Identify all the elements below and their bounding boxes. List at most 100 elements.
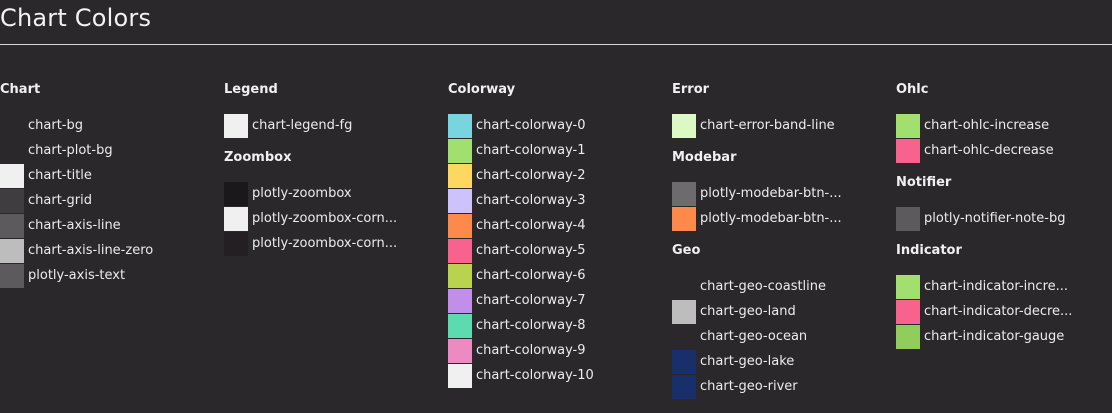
color-item: plotly-zoombox-corn... xyxy=(224,231,444,256)
color-column: Ohlc chart-ohlc-increase chart-ohlc-decrea… xyxy=(896,80,1112,359)
color-item: chart-colorway-3 xyxy=(448,188,668,213)
color-swatch xyxy=(896,324,920,349)
color-item: chart-bg xyxy=(0,113,220,138)
color-item: chart-ohlc-increase xyxy=(896,113,1112,138)
color-variable-label: plotly-modebar-btn-... xyxy=(700,185,842,201)
color-swatch xyxy=(896,113,920,138)
color-swatch xyxy=(0,163,24,188)
color-swatch xyxy=(448,138,472,163)
color-variable-label: chart-axis-line xyxy=(28,217,121,233)
color-variable-label: plotly-notifier-note-bg xyxy=(924,210,1066,226)
color-swatch xyxy=(224,181,248,206)
color-variable-label: chart-indicator-decre... xyxy=(924,303,1073,319)
color-variable-label: chart-geo-ocean xyxy=(700,328,808,344)
color-swatch xyxy=(896,138,920,163)
color-variable-label: chart-geo-land xyxy=(700,303,796,319)
color-item: chart-grid xyxy=(0,188,220,213)
color-item: plotly-modebar-btn-... xyxy=(672,206,892,231)
color-variable-label: chart-geo-lake xyxy=(700,353,795,369)
color-swatch xyxy=(448,163,472,188)
color-variable-label: chart-title xyxy=(28,167,92,183)
group-title: Chart xyxy=(0,82,41,97)
color-variable-label: chart-axis-line-zero xyxy=(28,242,154,258)
color-group: Chart chart-bg chart-plot-bg chart-title cha… xyxy=(0,80,220,288)
group-title: Zoombox xyxy=(224,150,292,165)
color-swatch xyxy=(896,274,920,299)
color-group: Legend chart-legend-fg xyxy=(224,80,444,138)
color-column: Error chart-error-band-line Modebar plotly-… xyxy=(672,80,892,409)
color-group: Error chart-error-band-line xyxy=(672,80,892,138)
color-variable-label: chart-error-band-line xyxy=(700,117,835,133)
color-item: chart-colorway-6 xyxy=(448,263,668,288)
color-column: Colorway chart-colorway-0 chart-colorway-1… xyxy=(448,80,668,398)
title-divider xyxy=(0,44,1112,45)
color-swatch xyxy=(0,213,24,238)
color-variable-label: plotly-zoombox-corn... xyxy=(252,235,398,251)
color-group: Zoombox plotly-zoombox plotly-zoombox-corn… xyxy=(224,148,444,256)
group-title: Notifier xyxy=(896,175,952,190)
color-variable-label: chart-colorway-4 xyxy=(476,217,586,233)
color-column: Legend chart-legend-fg Zoombox plotly-zoomb… xyxy=(224,80,444,266)
group-title: Indicator xyxy=(896,243,962,258)
color-swatch xyxy=(448,113,472,138)
color-swatch xyxy=(0,263,24,288)
group-title: Legend xyxy=(224,82,278,97)
color-swatch xyxy=(896,206,920,231)
color-item: plotly-zoombox-corn... xyxy=(224,206,444,231)
color-variable-label: chart-ohlc-increase xyxy=(924,117,1050,133)
color-item: plotly-axis-text xyxy=(0,263,220,288)
color-swatch xyxy=(224,231,248,256)
color-swatch xyxy=(0,113,24,138)
color-variable-label: chart-legend-fg xyxy=(252,117,353,133)
color-swatch xyxy=(448,338,472,363)
color-variable-label: chart-geo-coastline xyxy=(700,278,827,294)
color-variable-label: chart-colorway-6 xyxy=(476,267,586,283)
color-variable-label: chart-colorway-9 xyxy=(476,342,586,358)
color-swatch xyxy=(448,238,472,263)
color-swatch xyxy=(672,181,696,206)
color-swatch xyxy=(672,299,696,324)
page-title: Chart Colors xyxy=(0,4,152,32)
color-variable-label: plotly-zoombox-corn... xyxy=(252,210,398,226)
group-title: Geo xyxy=(672,243,701,258)
color-group: Colorway chart-colorway-0 chart-colorway-1… xyxy=(448,80,668,388)
color-variable-label: chart-colorway-0 xyxy=(476,117,586,133)
color-item: chart-title xyxy=(0,163,220,188)
color-swatch xyxy=(448,263,472,288)
color-swatch xyxy=(0,188,24,213)
color-variable-label: plotly-zoombox xyxy=(252,185,352,201)
color-item: chart-plot-bg xyxy=(0,138,220,163)
color-variable-label: chart-colorway-10 xyxy=(476,367,594,383)
color-item: chart-colorway-9 xyxy=(448,338,668,363)
color-swatch xyxy=(672,274,696,299)
color-item: chart-colorway-0 xyxy=(448,113,668,138)
color-group: Ohlc chart-ohlc-increase chart-ohlc-decrea… xyxy=(896,80,1112,163)
color-item: chart-colorway-4 xyxy=(448,213,668,238)
color-swatch xyxy=(224,206,248,231)
color-item: chart-geo-river xyxy=(672,374,892,399)
color-item: chart-geo-land xyxy=(672,299,892,324)
color-variable-label: chart-colorway-8 xyxy=(476,317,586,333)
color-item: chart-colorway-7 xyxy=(448,288,668,313)
color-variable-label: chart-indicator-gauge xyxy=(924,328,1065,344)
color-column: Chart chart-bg chart-plot-bg chart-title cha… xyxy=(0,80,220,298)
color-group: Indicator chart-indicator-incre... chart-i… xyxy=(896,241,1112,349)
color-variable-label: plotly-modebar-btn-... xyxy=(700,210,842,226)
color-item: chart-indicator-incre... xyxy=(896,274,1112,299)
color-item: chart-indicator-decre... xyxy=(896,299,1112,324)
color-item: chart-colorway-10 xyxy=(448,363,668,388)
color-item: chart-geo-ocean xyxy=(672,324,892,349)
color-group: Geo chart-geo-coastline chart-geo-land char… xyxy=(672,241,892,399)
color-variable-label: chart-colorway-2 xyxy=(476,167,586,183)
color-swatch xyxy=(672,113,696,138)
color-item: plotly-modebar-btn-... xyxy=(672,181,892,206)
color-variable-label: chart-colorway-3 xyxy=(476,192,586,208)
color-variable-label: chart-colorway-5 xyxy=(476,242,586,258)
color-swatch xyxy=(448,213,472,238)
color-swatch xyxy=(0,238,24,263)
color-group: Modebar plotly-modebar-btn-... plotly-mode… xyxy=(672,148,892,231)
color-swatch xyxy=(448,288,472,313)
color-variable-label: chart-indicator-incre... xyxy=(924,278,1069,294)
color-variable-label: chart-colorway-7 xyxy=(476,292,586,308)
group-title: Colorway xyxy=(448,82,516,97)
